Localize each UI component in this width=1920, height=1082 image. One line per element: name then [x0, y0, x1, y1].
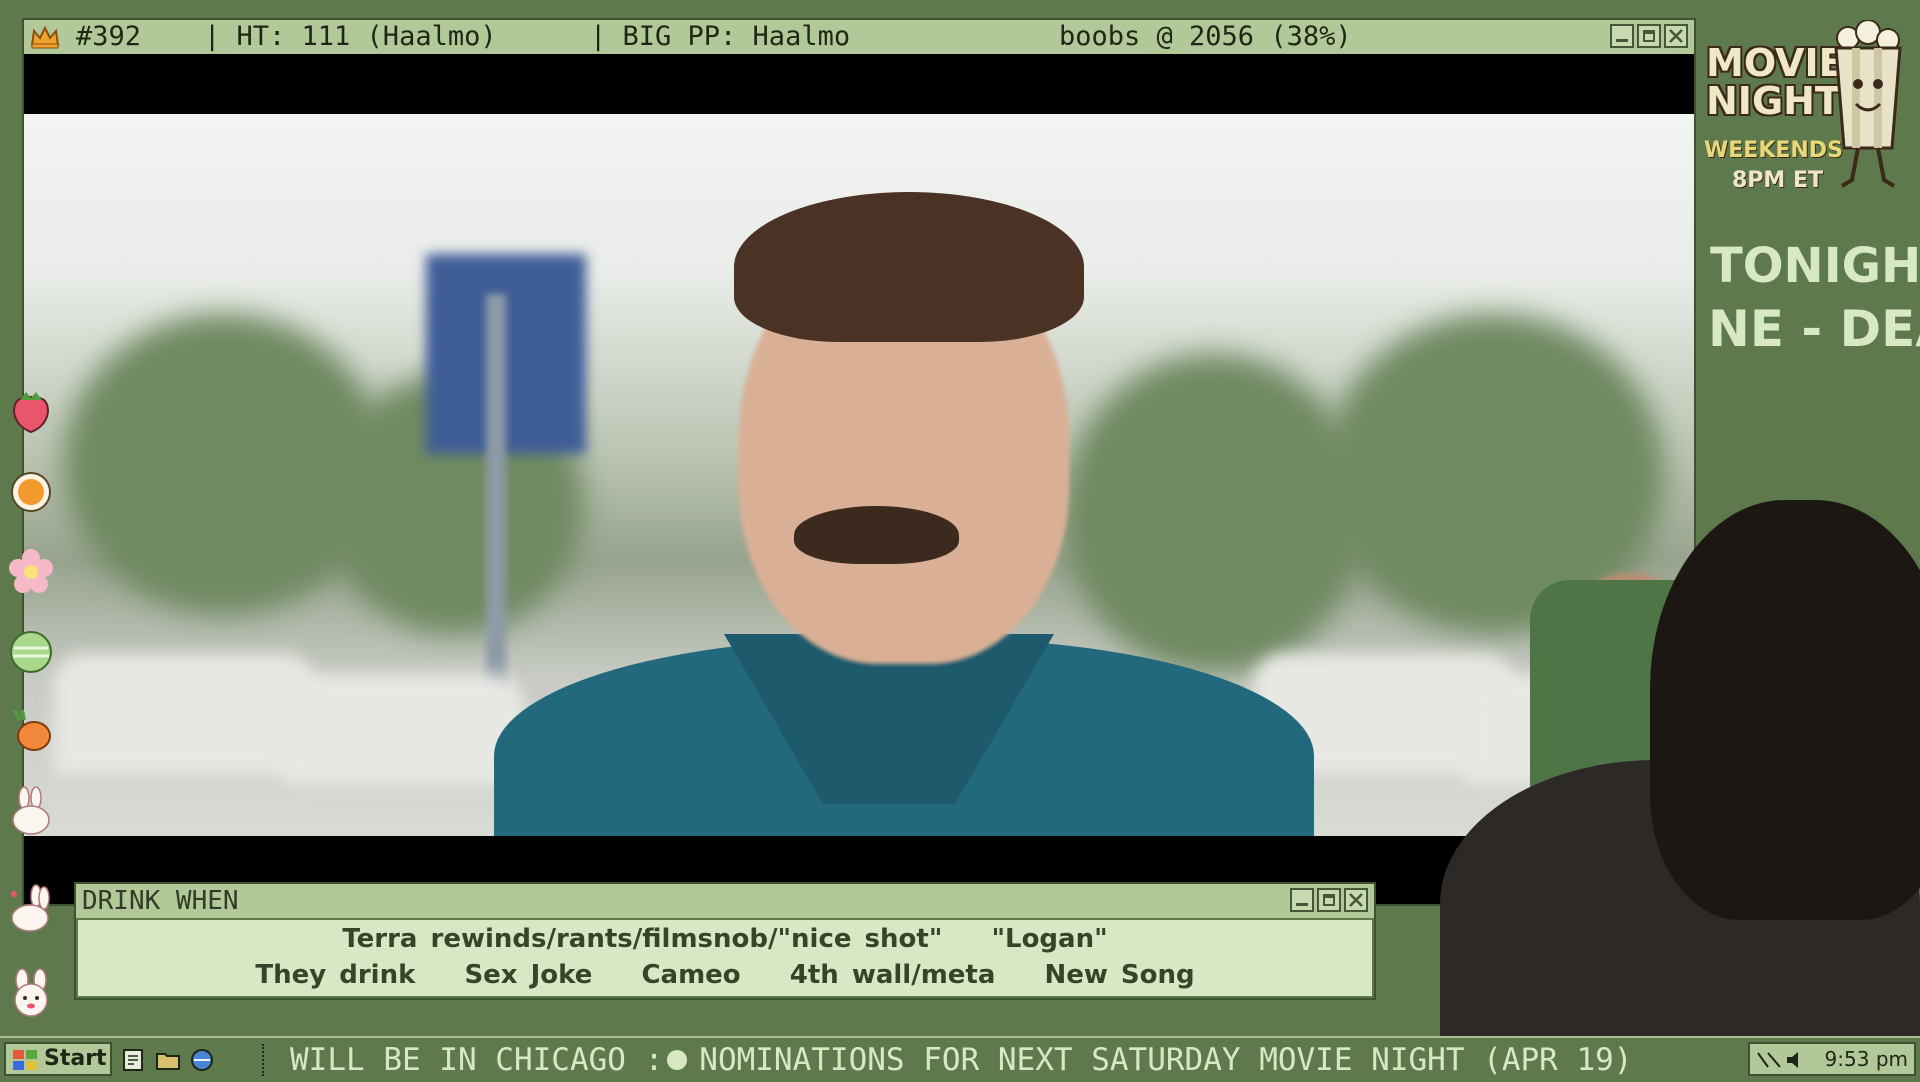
taskbar: Start WILL BE IN CHICAGO : NOMINATIONS FO…	[0, 1036, 1920, 1082]
crown-icon	[30, 25, 60, 49]
drink-panel-controls	[1290, 888, 1368, 912]
drink-close-button[interactable]	[1344, 888, 1368, 912]
drink-rule: New Song	[1044, 960, 1195, 990]
drink-rule: They drink	[255, 960, 416, 990]
window-titlebar[interactable]: #392 | HT: 111 (Haalmo) | BIG PP: Haalmo…	[24, 20, 1694, 54]
volume-icon[interactable]	[1784, 1049, 1806, 1071]
close-button[interactable]	[1664, 24, 1688, 48]
logo-time: 8PM ET	[1732, 168, 1824, 193]
stream-counter: #392	[76, 21, 142, 52]
drink-rule: Sex Joke	[464, 960, 593, 990]
browser-icon[interactable]	[188, 1046, 216, 1074]
drink-rule: Terra rewinds/rants/filmsnob/"nice shot"	[342, 924, 943, 954]
window-controls	[1610, 24, 1688, 48]
taskbar-separator	[262, 1044, 268, 1076]
drink-rules-row: They drink Sex Joke Cameo 4th wall/meta …	[78, 960, 1372, 990]
ticker-text: WILL BE IN CHICAGO :	[290, 1042, 664, 1078]
logo-schedule: WEEKENDS	[1704, 138, 1843, 163]
popcorn-mascot-icon	[1834, 20, 1902, 188]
webcam-feed	[1380, 500, 1920, 1048]
goal-status: boobs @ 2056 (38%)	[1059, 21, 1352, 52]
close-icon	[1669, 29, 1683, 43]
drink-panel-titlebar[interactable]: DRINK WHEN	[76, 884, 1374, 918]
bunny-face-icon	[14, 968, 48, 1017]
windows-logo-icon	[13, 1050, 37, 1070]
notepad-icon[interactable]	[120, 1046, 148, 1074]
start-button[interactable]: Start	[4, 1042, 112, 1076]
orange-icon	[11, 472, 51, 512]
quick-launch	[120, 1044, 216, 1076]
network-icon[interactable]	[1756, 1049, 1782, 1071]
minimize-button[interactable]	[1610, 24, 1634, 48]
drink-rule: 4th wall/meta	[789, 960, 996, 990]
tonight-label: TONIGHT:	[1710, 238, 1920, 294]
close-icon	[1349, 893, 1363, 907]
bunny-icon	[12, 786, 50, 835]
flower-icon	[9, 549, 53, 593]
melon-icon	[10, 631, 52, 673]
logo-title: MOVIE NIGHT	[1706, 41, 1845, 123]
drink-rule: Cameo	[641, 960, 741, 990]
movie-night-logo: MOVIE NIGHT WEEKENDS 8PM ET	[1702, 14, 1912, 204]
ticker-text-2: NOMINATIONS FOR NEXT SATURDAY MOVIE NIGH…	[699, 1042, 1633, 1078]
drink-rules: Terra rewinds/rants/filmsnob/"nice shot"…	[78, 920, 1372, 996]
ticker-bullet-icon	[667, 1049, 688, 1070]
drink-minimize-button[interactable]	[1290, 888, 1314, 912]
drink-rule: "Logan"	[991, 924, 1108, 954]
bunny-icon	[11, 884, 50, 932]
big-pp-status: | BIG PP: Haalmo	[590, 21, 851, 52]
strawberry-icon	[13, 392, 49, 434]
drink-maximize-button[interactable]	[1317, 888, 1341, 912]
drink-panel-title: DRINK WHEN	[82, 886, 239, 916]
folder-icon[interactable]	[154, 1046, 182, 1074]
maximize-button[interactable]	[1637, 24, 1661, 48]
system-tray: 9:53 pm	[1748, 1042, 1916, 1076]
carrot-icon	[12, 708, 51, 751]
hat-trick-status: | HT: 111 (Haalmo)	[204, 21, 497, 52]
drink-when-panel: DRINK WHEN Terra rewinds/rants/filmsnob/…	[74, 882, 1376, 1000]
clock: 9:53 pm	[1824, 1047, 1908, 1071]
letterbox-top	[24, 54, 1694, 114]
drink-rules-row: Terra rewinds/rants/filmsnob/"nice shot"…	[78, 924, 1372, 954]
news-ticker: WILL BE IN CHICAGO : NOMINATIONS FOR NEXT…	[290, 1038, 1632, 1082]
tonight-title: NE - DEA	[1708, 300, 1920, 358]
start-label: Start	[44, 1046, 107, 1071]
